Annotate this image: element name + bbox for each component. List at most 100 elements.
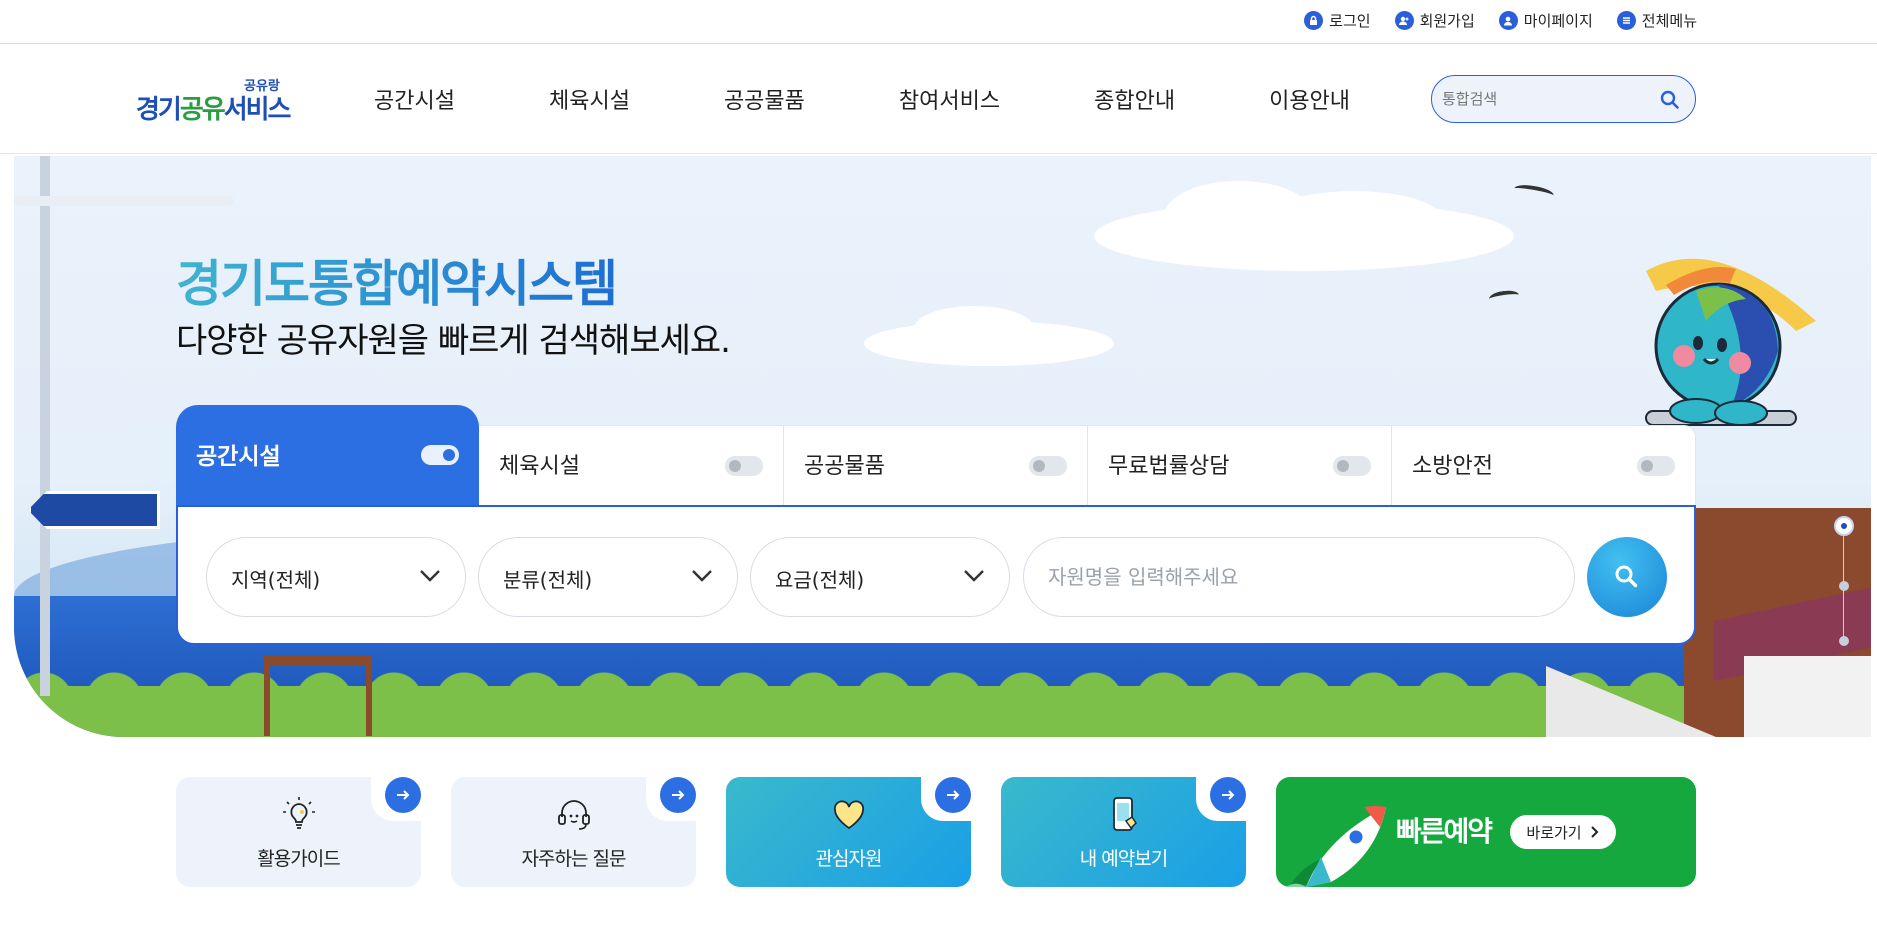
arrow-right-icon	[660, 777, 696, 813]
quick-link-my-reservations[interactable]: 내 예약보기	[1001, 773, 1250, 887]
fee-select-value: 요금(전체)	[775, 568, 865, 592]
mypage-link[interactable]: 마이페이지	[1498, 10, 1593, 31]
category-tabs: 공간시설 체육시설 공공물품 무료법률상담 소방안전	[176, 405, 1696, 505]
logo-main-text: 경기공유서비스	[136, 89, 292, 126]
quick-link-label: 내 예약보기	[1079, 848, 1168, 870]
pagination-dot-2[interactable]	[1839, 581, 1849, 591]
login-link[interactable]: 로그인	[1304, 10, 1371, 31]
logo-word-1: 경기	[136, 95, 182, 125]
signup-link[interactable]: 회원가입	[1394, 10, 1475, 31]
signup-label: 회원가입	[1419, 12, 1475, 30]
tab-toggle[interactable]	[1333, 456, 1371, 476]
search-icon	[1615, 565, 1638, 588]
tab-toggle[interactable]	[1637, 456, 1675, 476]
cloud-illustration	[1264, 191, 1444, 251]
utility-bar: 로그인 회원가입 마이페이지 전체메뉴	[0, 0, 1877, 44]
menu-icon	[1616, 11, 1636, 30]
keyword-field	[1023, 537, 1575, 617]
login-label: 로그인	[1329, 12, 1371, 30]
cloud-illustration	[914, 306, 1034, 351]
tab-label: 체육시설	[499, 454, 580, 479]
pagination-dot-1[interactable]	[1834, 516, 1854, 536]
category-select-value: 분류(전체)	[503, 568, 593, 592]
search-submit-button[interactable]	[1587, 537, 1667, 617]
lock-icon	[1304, 11, 1324, 30]
chevron-down-icon	[964, 570, 984, 582]
lightbulb-icon	[282, 797, 315, 829]
tab-toggle[interactable]	[421, 445, 459, 465]
wall-illustration	[1744, 656, 1871, 737]
fee-select[interactable]: 요금(전체)	[750, 537, 1010, 617]
bird-illustration	[1488, 288, 1520, 306]
gnb-item-info[interactable]: 종합안내	[1094, 83, 1175, 115]
heart-icon	[833, 800, 864, 830]
tab-public-goods[interactable]: 공공물품	[784, 425, 1088, 505]
utility-links: 로그인 회원가입 마이페이지 전체메뉴	[1304, 10, 1697, 31]
user-icon	[1498, 11, 1518, 30]
hero-title: 경기도통합예약시스템	[176, 244, 618, 316]
fast-reservation-title: 빠른예약	[1396, 815, 1493, 848]
search-icon[interactable]	[1659, 89, 1681, 111]
tab-sports-facilities[interactable]: 체육시설	[479, 425, 784, 505]
direction-sign-illustration	[28, 491, 160, 529]
user-add-icon	[1394, 11, 1414, 30]
toggle-knob	[1337, 460, 1349, 472]
global-nav: 공간시설 체육시설 공공물품 참여서비스 종합안내 이용안내	[374, 83, 1350, 115]
tab-toggle[interactable]	[725, 456, 763, 476]
quick-link-guide[interactable]: 활용가이드	[176, 773, 425, 887]
category-select[interactable]: 분류(전체)	[478, 537, 738, 617]
logo-word-3: 서비스	[223, 95, 292, 125]
lamp-head-illustration	[14, 196, 234, 206]
quick-link-label: 활용가이드	[257, 848, 340, 870]
keyword-input[interactable]	[1048, 562, 1528, 592]
region-select[interactable]: 지역(전체)	[206, 537, 466, 617]
main-header: 공유랑 경기공유서비스 공간시설 체육시설 공공물품 참여서비스 종합안내 이용…	[0, 45, 1877, 154]
quick-link-fast-reservation[interactable]: 빠른예약 바로가기	[1276, 777, 1696, 887]
toggle-knob	[729, 460, 741, 472]
tab-legal-counsel[interactable]: 무료법률상담	[1088, 425, 1392, 505]
gnb-item-goods[interactable]: 공공물품	[724, 83, 805, 115]
toggle-knob	[1033, 460, 1045, 472]
chevron-right-icon	[1590, 826, 1599, 838]
all-menu-link[interactable]: 전체메뉴	[1616, 10, 1697, 31]
quick-link-faq[interactable]: 자주하는 질문	[451, 773, 700, 887]
tab-space-facilities[interactable]: 공간시설	[176, 405, 479, 505]
pagination-dot-3[interactable]	[1839, 636, 1849, 646]
bird-illustration	[1513, 182, 1555, 202]
hero-subtitle: 다양한 공유자원을 빠르게 검색해보세요.	[176, 321, 731, 361]
gnb-item-space[interactable]: 공간시설	[374, 83, 455, 115]
chevron-down-icon	[420, 570, 440, 582]
rocket-icon	[1286, 806, 1386, 887]
gnb-item-participation[interactable]: 참여서비스	[899, 83, 1000, 115]
all-menu-label: 전체메뉴	[1641, 12, 1697, 30]
tab-fire-safety[interactable]: 소방안전	[1392, 425, 1696, 505]
go-button-label: 바로가기	[1526, 823, 1582, 842]
quick-link-label: 관심자원	[815, 848, 883, 870]
quick-link-favorites[interactable]: 관심자원	[726, 773, 975, 887]
resource-search-panel: 지역(전체) 분류(전체) 요금(전체)	[176, 505, 1696, 645]
hero-pagination	[1834, 516, 1854, 646]
gnb-item-sports[interactable]: 체육시설	[549, 83, 630, 115]
logo-word-2: 공유	[179, 95, 226, 125]
region-select-value: 지역(전체)	[231, 568, 321, 592]
pavilion-illustration	[264, 656, 372, 736]
site-logo[interactable]: 공유랑 경기공유서비스	[136, 75, 291, 125]
quick-link-label: 자주하는 질문	[521, 848, 627, 870]
arrow-right-icon	[935, 777, 971, 813]
header-search	[1431, 75, 1696, 123]
gnb-item-usage[interactable]: 이용안내	[1269, 83, 1350, 115]
tab-label: 공간시설	[196, 444, 281, 470]
chevron-down-icon	[692, 570, 712, 582]
tab-label: 소방안전	[1412, 454, 1493, 479]
headset-icon	[557, 800, 590, 830]
toggle-knob	[443, 449, 455, 461]
phone-touch-icon	[1112, 797, 1137, 831]
go-button[interactable]: 바로가기	[1510, 815, 1616, 849]
tab-label: 공공물품	[804, 454, 885, 479]
tab-label: 무료법률상담	[1108, 454, 1230, 479]
toggle-knob	[1641, 460, 1653, 472]
tab-toggle[interactable]	[1029, 456, 1067, 476]
mypage-label: 마이페이지	[1523, 12, 1593, 30]
header-search-input[interactable]	[1442, 86, 1642, 112]
arrow-right-icon	[385, 777, 421, 813]
